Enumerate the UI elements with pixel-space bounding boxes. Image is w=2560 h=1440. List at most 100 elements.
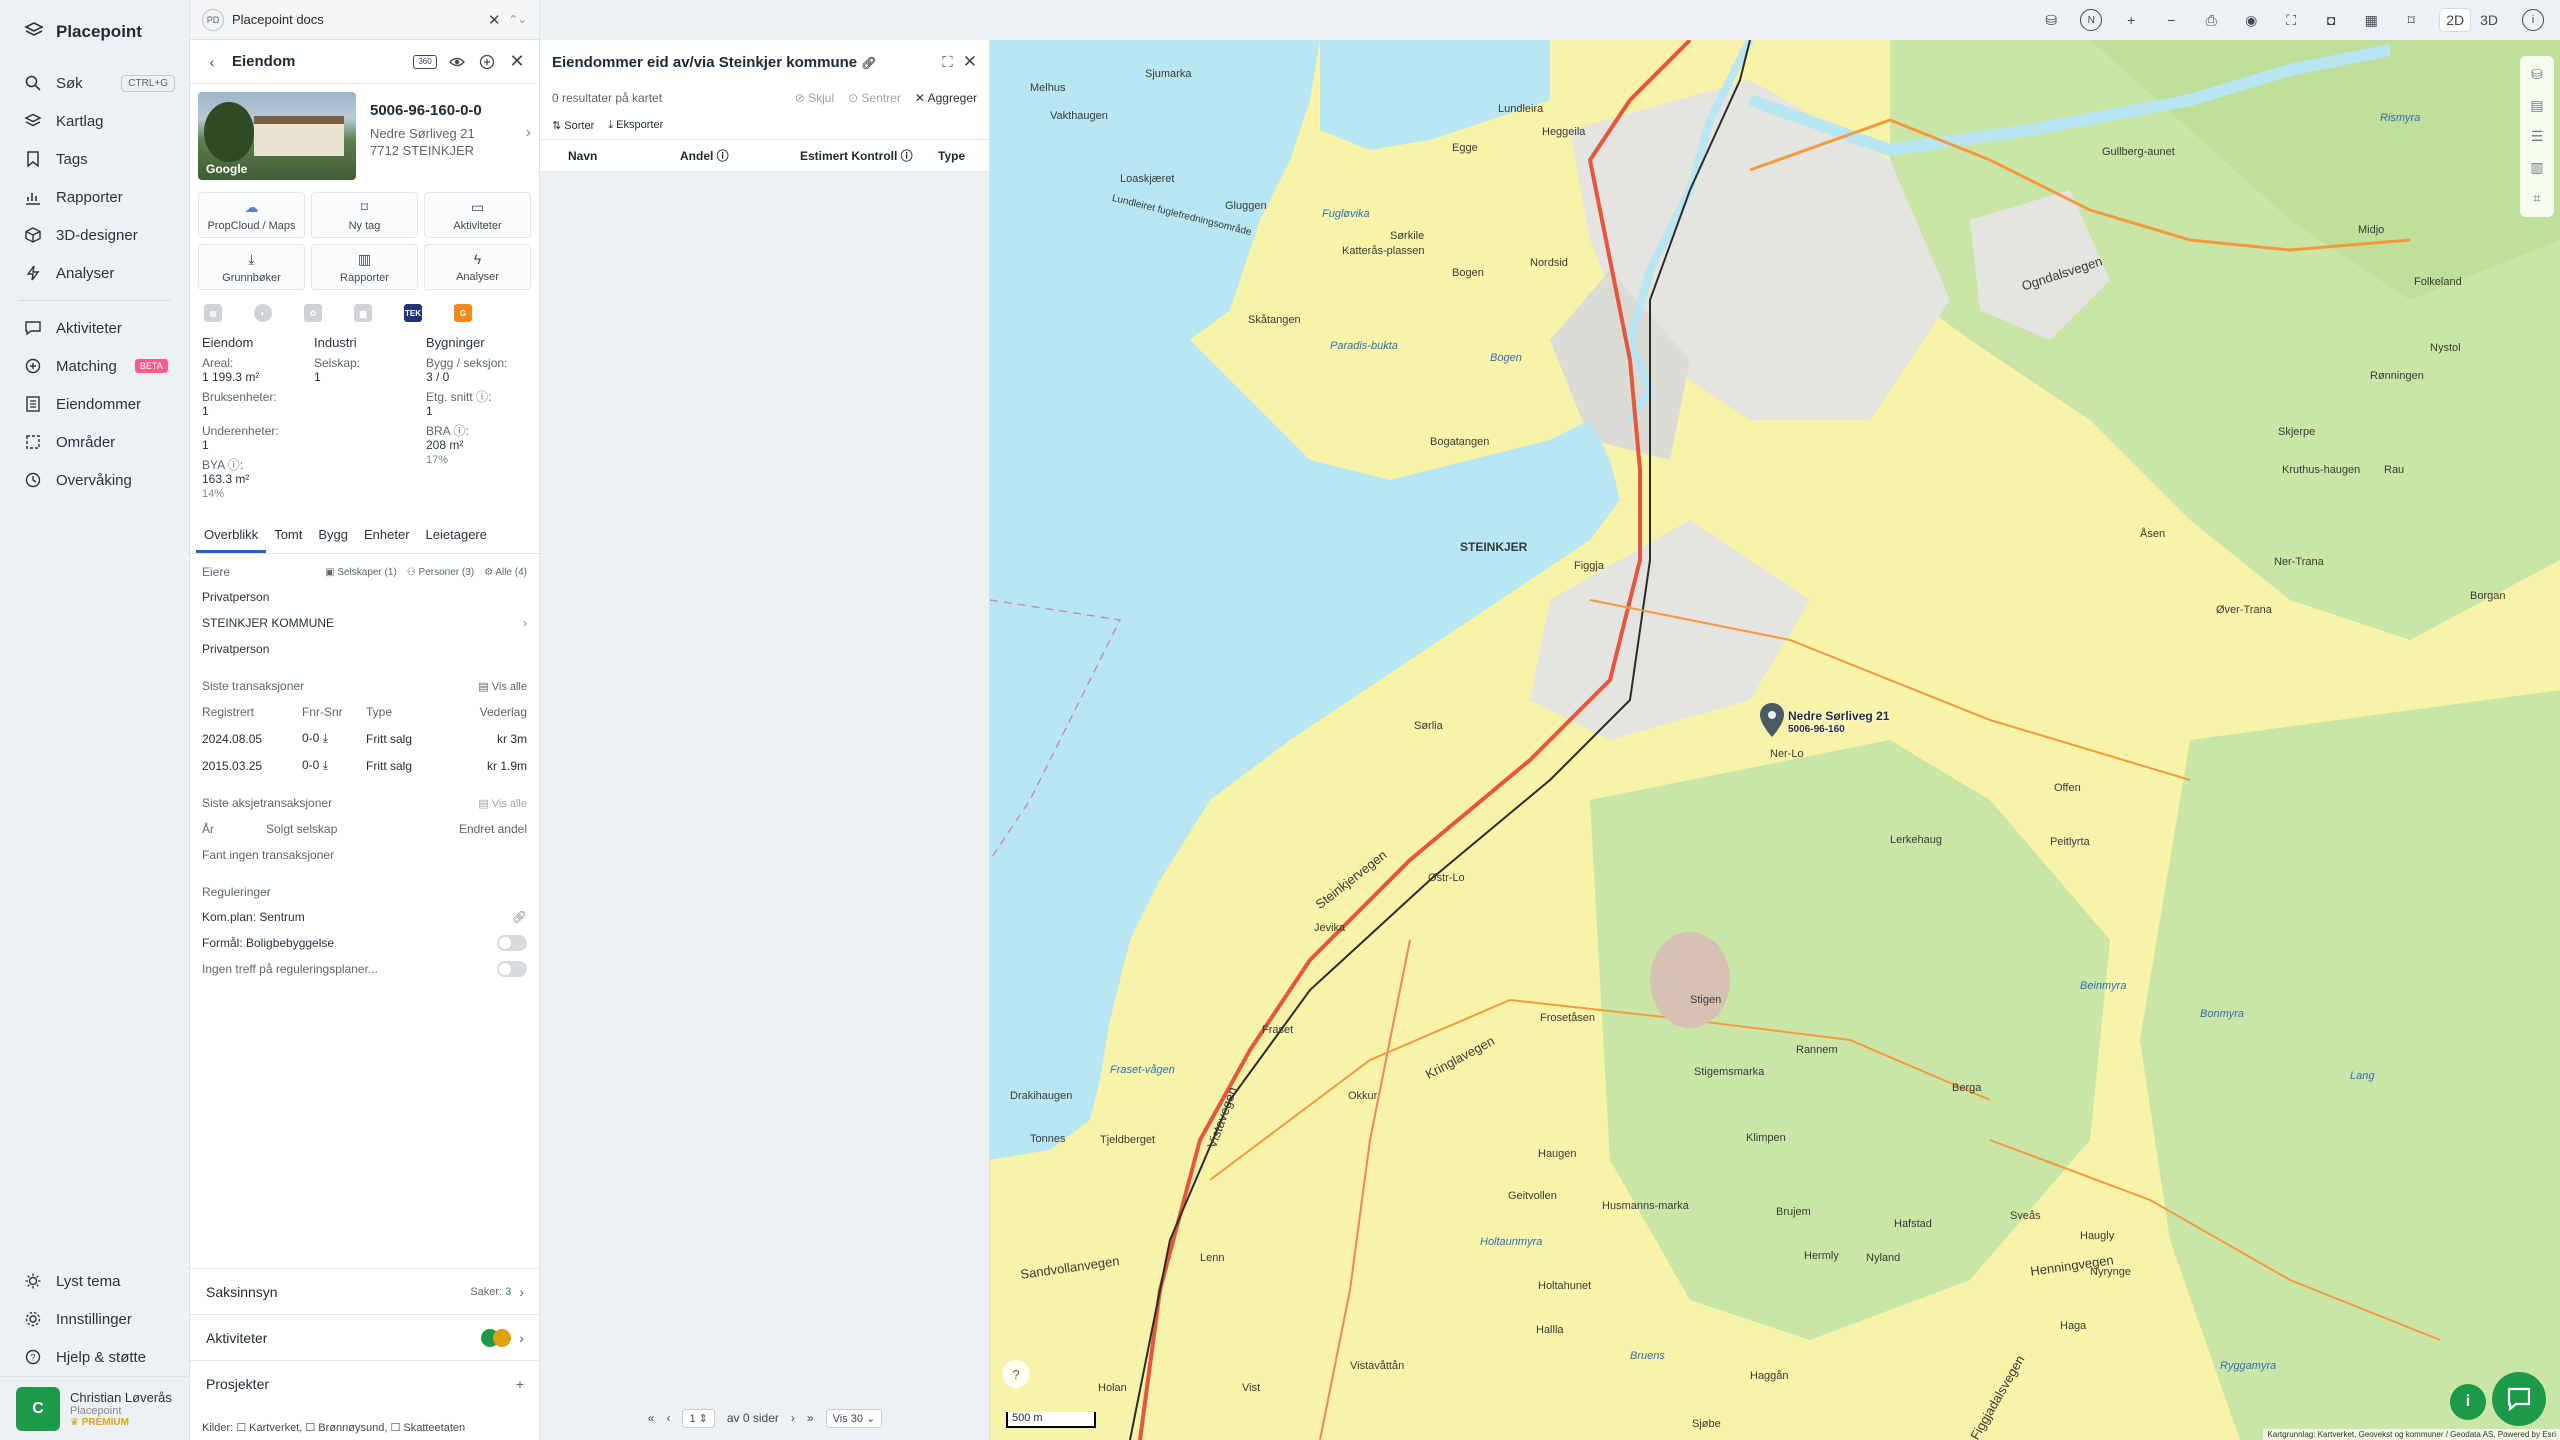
chart-tool-icon[interactable]: ▥ [2530, 159, 2543, 176]
view-3d-button[interactable]: 3D [2474, 9, 2504, 31]
nav-item-overvaking[interactable]: Overvåking [0, 461, 189, 499]
nav-item-tags[interactable]: Tags [0, 140, 189, 178]
saksinnsyn-accordion[interactable]: Saksinnsyn Saker: 3 › [190, 1268, 540, 1314]
bookmark-icon[interactable]: ⌑ [2400, 9, 2422, 31]
user-profile[interactable]: C Christian Løverås Placepoint ♛ PREMIUM [0, 1376, 190, 1440]
close-icon[interactable]: ✕ [507, 51, 527, 72]
tab-leietagere[interactable]: Leietagere [418, 519, 495, 553]
street-view-photo[interactable]: Google [198, 92, 356, 180]
aggregate-button[interactable]: ✕ Aggreger [915, 91, 977, 105]
grid-icon[interactable]: ▦ [2360, 9, 2382, 31]
zoom-out-icon[interactable]: − [2160, 9, 2182, 31]
tab-bygg[interactable]: Bygg [310, 519, 356, 553]
last-page-icon[interactable]: » [807, 1411, 814, 1425]
nav-item-settings[interactable]: Innstillinger [0, 1300, 190, 1338]
owner-row[interactable]: Privatperson [202, 584, 527, 610]
next-page-icon[interactable]: › [791, 1411, 795, 1425]
nav-item-search[interactable]: Søk CTRL+G [0, 64, 189, 102]
eye-icon[interactable] [447, 52, 467, 72]
analyses-button[interactable]: ϟ Analyser [424, 244, 531, 290]
layers-stack-icon[interactable]: ⛁ [2040, 9, 2062, 31]
expand-icon[interactable]: ⛶ [942, 54, 953, 71]
bars-logo[interactable]: ▆ [354, 304, 372, 322]
grid-logo[interactable]: ▦ [204, 304, 222, 322]
chat-support-icon[interactable] [2492, 1372, 2546, 1426]
link-icon[interactable]: 🔗︎ [861, 56, 876, 70]
nav-item-aktiviteter[interactable]: Aktiviteter [0, 309, 189, 347]
tab-tomt[interactable]: Tomt [266, 519, 310, 553]
purpose-toggle[interactable] [497, 935, 527, 951]
table-row[interactable]: 2024.08.05 0-0 ⤓ Fritt salg kr 3m [202, 725, 527, 752]
center-button[interactable]: ⊙ Sentrer [848, 91, 901, 105]
page-input[interactable]: 1 ⇕ [682, 1408, 715, 1428]
activities-accordion[interactable]: Aktiviteter › [190, 1314, 540, 1360]
per-page-select[interactable]: Vis 30 ⌄ [825, 1408, 883, 1428]
download-icon[interactable]: ⤓ [323, 731, 328, 745]
plus-icon[interactable]: + [516, 1376, 524, 1392]
layers-tool-icon[interactable]: ⛁ [2531, 66, 2543, 83]
table-tool-icon[interactable]: ▤ [2530, 97, 2543, 114]
nav-item-help[interactable]: ? Hjelp & støtte [0, 1338, 190, 1376]
plans-toggle[interactable] [497, 961, 527, 977]
add-circle-icon[interactable] [477, 52, 497, 72]
nav-item-omrader[interactable]: Områder [0, 423, 189, 461]
column-header[interactable]: Andel ⓘ [680, 147, 800, 164]
view-all-transactions[interactable]: ▤ Vis alle [478, 680, 527, 693]
owner-row[interactable]: Privatperson [202, 636, 527, 662]
view-360-icon[interactable]: 360 [413, 54, 437, 69]
fullscreen-icon[interactable]: ⛶ [2280, 9, 2302, 31]
nav-item-analyser[interactable]: Analyser [0, 254, 189, 292]
nav-item-eiendommer[interactable]: Eiendommer [0, 385, 189, 423]
table-row[interactable]: 2015.03.25 0-0 ⤓ Fritt salg kr 1.9m [202, 752, 527, 779]
column-header[interactable]: Navn [568, 149, 680, 163]
sort-button[interactable]: ⇅ Sorter [552, 119, 594, 132]
document-tab[interactable]: PD Placepoint docs ✕ ⌃⌄ [190, 0, 539, 40]
zoom-in-icon[interactable]: + [2120, 9, 2142, 31]
link-icon[interactable]: 🔗︎ [512, 910, 527, 924]
measure-tool-icon[interactable]: ⌗ [2533, 190, 2541, 207]
g-logo[interactable]: G [454, 304, 472, 322]
regulation-plan-row[interactable]: Kom.plan: Sentrum 🔗︎ [202, 904, 527, 930]
view-all-share-transactions[interactable]: ▤ Vis alle [478, 797, 527, 810]
print-icon[interactable]: ⎙ [2200, 9, 2222, 31]
tab-overblikk[interactable]: Overblikk [196, 519, 267, 553]
list-tool-icon[interactable]: ☰ [2531, 128, 2544, 145]
close-icon[interactable]: ✕ [488, 11, 501, 29]
tab-enheter[interactable]: Enheter [356, 519, 418, 553]
projects-accordion[interactable]: Prosjekter + [190, 1360, 540, 1406]
help-icon[interactable]: ? [1002, 1360, 1030, 1388]
compass-icon[interactable]: N [2080, 9, 2103, 31]
info-icon[interactable]: i [2450, 1384, 2486, 1420]
column-header[interactable]: Estimert Kontroll ⓘ [800, 147, 938, 164]
tek-logo[interactable]: TEK [404, 304, 422, 322]
filter-companies[interactable]: ▣ Selskaper (1) [325, 567, 397, 578]
info-icon[interactable]: i [2522, 9, 2544, 31]
globe-logo[interactable]: ◐ [254, 304, 272, 322]
nav-item-light-theme[interactable]: Lyst tema [0, 1262, 190, 1300]
propcloud-button[interactable]: ☁ PropCloud / Maps [198, 192, 305, 238]
owner-row[interactable]: STEINKJER KOMMUNE › [202, 610, 527, 636]
nav-item-matching[interactable]: Matching BETA [0, 347, 189, 385]
column-header[interactable]: Type [938, 149, 965, 163]
chevron-right-icon[interactable]: › [526, 124, 531, 142]
camera-icon[interactable]: ◘ [2320, 9, 2342, 31]
property-summary[interactable]: Google 5006-96-160-0-0 Nedre Sørliveg 21… [190, 84, 539, 188]
close-icon[interactable]: ✕ [963, 52, 977, 72]
first-page-icon[interactable]: « [648, 1411, 655, 1425]
reports-button[interactable]: ▥ Rapporter [311, 244, 418, 290]
prev-page-icon[interactable]: ‹ [666, 1411, 670, 1425]
filter-persons[interactable]: ⚇ Personer (3) [407, 567, 474, 578]
map-canvas[interactable]: STEINKJER Lundleira Melhus Vakthaugen Sj… [990, 40, 2560, 1440]
hide-button[interactable]: ⊘ Skjul [795, 91, 834, 105]
brand[interactable]: Placepoint [0, 0, 189, 64]
filter-all[interactable]: ⚙ Alle (4) [484, 567, 527, 578]
new-tag-button[interactable]: ⌑ Ny tag [311, 192, 418, 238]
download-icon[interactable]: ⤓ [323, 758, 328, 772]
plant-logo[interactable]: ✿ [304, 304, 322, 322]
chevron-updown-icon[interactable]: ⌃⌄ [509, 13, 527, 26]
nav-item-kartlag[interactable]: Kartlag [0, 102, 189, 140]
eye-icon[interactable]: ◉ [2240, 9, 2262, 31]
activities-button[interactable]: ▭ Aktiviteter [424, 192, 531, 238]
property-marker-icon[interactable] [1760, 703, 1784, 742]
land-registry-button[interactable]: ⤓ Grunnbøker [198, 244, 305, 290]
